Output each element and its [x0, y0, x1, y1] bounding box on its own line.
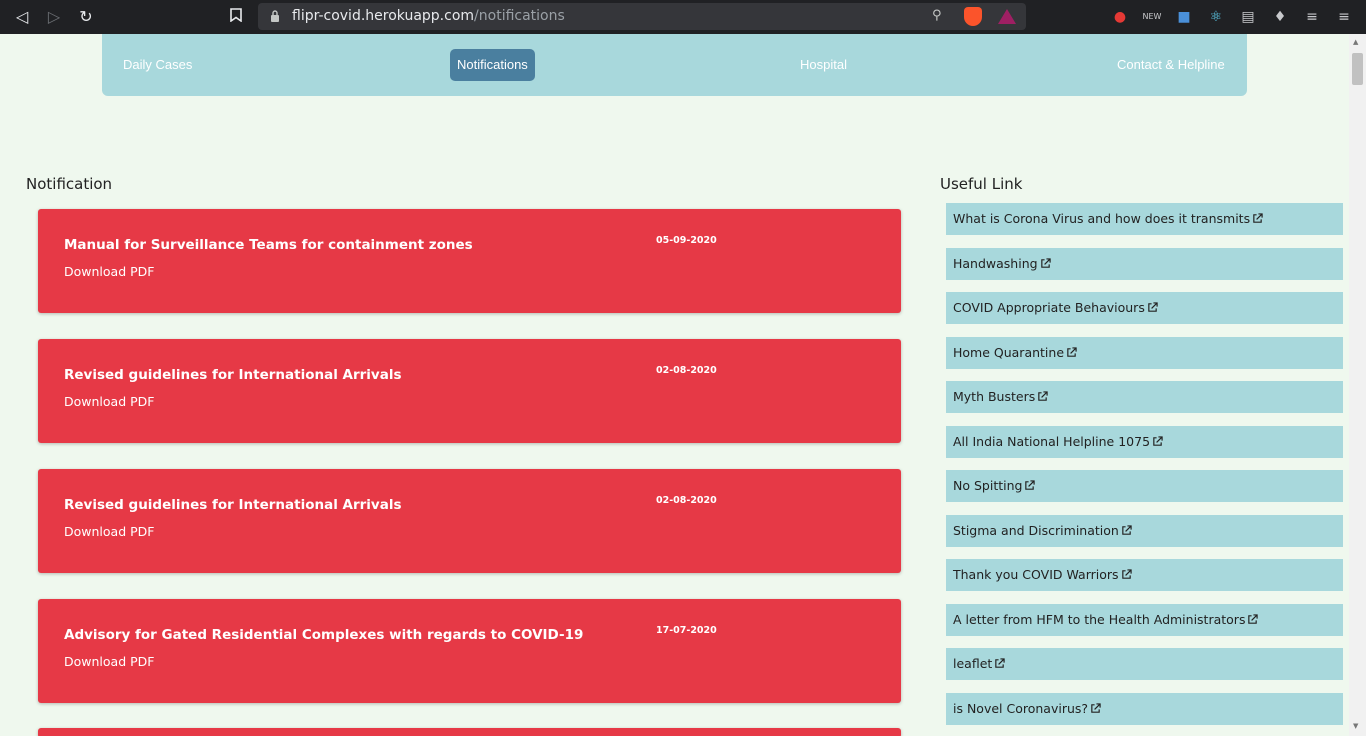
notification-title: Revised guidelines for International Arr…	[64, 497, 402, 513]
extension-chart-icon[interactable]: ▤	[1238, 7, 1258, 27]
extension-blue-icon[interactable]: ■	[1174, 7, 1194, 27]
brave-shield-icon[interactable]	[964, 7, 982, 26]
notification-title: Advisory for Gated Residential Complexes…	[64, 627, 584, 643]
useful-link-label: What is Corona Virus and how does it tra…	[953, 211, 1251, 226]
useful-link-label: A letter from HFM to the Health Administ…	[953, 611, 1246, 627]
useful-link-heading: Useful Link	[940, 175, 1023, 193]
useful-link-item[interactable]: Handwashing	[946, 247, 1343, 280]
page-scrollbar[interactable]: ▲ ▼	[1349, 34, 1366, 736]
external-link-icon	[1121, 569, 1132, 579]
external-link-icon	[1248, 613, 1259, 624]
external-link-icon	[1040, 257, 1051, 268]
useful-link-item[interactable]: All India National Helpline 1075	[946, 425, 1343, 458]
notification-card-partial	[38, 728, 901, 736]
back-icon[interactable]: ◁	[11, 6, 33, 28]
notification-card: Revised guidelines for International Arr…	[38, 469, 901, 573]
download-pdf-link[interactable]: Download PDF	[64, 394, 154, 409]
zoom-icon[interactable]: ⚲	[932, 8, 942, 23]
useful-link-label: Thank you COVID Warriors	[953, 567, 1119, 582]
scrollbar-thumb[interactable]	[1352, 53, 1363, 85]
nav-hospital[interactable]: Hospital	[793, 49, 854, 81]
notification-title: Revised guidelines for International Arr…	[64, 367, 402, 383]
notification-card: Manual for Surveillance Teams for contai…	[38, 209, 901, 313]
useful-link-item[interactable]: Thank you COVID Warriors	[946, 559, 1343, 591]
notification-date: 05-09-2020	[656, 235, 717, 246]
external-link-icon	[1067, 346, 1077, 357]
url-host: flipr-covid.herokuapp.com	[292, 8, 475, 24]
extension-red-icon[interactable]: ●	[1110, 7, 1130, 27]
notification-date: 02-08-2020	[656, 495, 717, 506]
useful-link-item[interactable]: COVID Appropriate Behaviours	[946, 292, 1343, 324]
useful-link-label: Stigma and Discrimination	[953, 522, 1119, 538]
useful-link-label: Handwashing	[953, 255, 1038, 271]
bookmark-icon[interactable]	[225, 6, 247, 28]
download-pdf-link[interactable]: Download PDF	[64, 524, 154, 539]
reload-icon[interactable]: ↻	[75, 6, 97, 28]
useful-link-label: No Spitting	[953, 478, 1023, 493]
url-text: flipr-covid.herokuapp.com/notifications	[292, 8, 565, 24]
forward-icon[interactable]: ▷	[43, 6, 65, 28]
external-link-icon	[1253, 213, 1263, 223]
external-link-icon	[995, 658, 1005, 668]
useful-link-item[interactable]: is Novel Coronavirus?	[946, 692, 1343, 725]
notification-title: Manual for Surveillance Teams for contai…	[64, 237, 473, 253]
useful-link-item[interactable]: No Spitting	[946, 470, 1343, 502]
react-devtools-icon[interactable]: ⚛	[1206, 7, 1226, 27]
useful-link-label: is Novel Coronavirus?	[953, 700, 1089, 716]
menu-icon[interactable]: ≡	[1334, 7, 1354, 27]
external-link-icon	[1148, 302, 1158, 312]
url-path: /notifications	[474, 8, 565, 24]
nav-contact-helpline[interactable]: Contact & Helpline	[1110, 49, 1232, 81]
notification-card: Revised guidelines for International Arr…	[38, 339, 901, 443]
notification-heading: Notification	[26, 175, 113, 193]
notification-card: Advisory for Gated Residential Complexes…	[38, 599, 901, 703]
useful-link-item[interactable]: Myth Busters	[946, 381, 1343, 413]
nav-notifications[interactable]: Notifications	[450, 49, 535, 81]
external-link-icon	[1038, 391, 1048, 401]
external-link-icon	[1025, 480, 1036, 490]
site-navbar: Daily Cases Notifications Hospital Conta…	[102, 34, 1247, 96]
brave-rewards-icon[interactable]	[998, 9, 1016, 24]
useful-link-label: All India National Helpline 1075	[953, 433, 1151, 449]
notification-date: 17-07-2020	[656, 625, 717, 636]
useful-link-item[interactable]: A letter from HFM to the Health Administ…	[946, 603, 1343, 636]
browser-toolbar: ◁ ▷ ↻ flipr-covid.herokuapp.com/notifica…	[0, 0, 1366, 34]
external-link-icon	[1122, 524, 1132, 535]
lock-icon	[271, 10, 279, 22]
external-link-icon	[1091, 702, 1101, 713]
useful-link-label: Home Quarantine	[953, 344, 1065, 360]
reading-list-icon[interactable]: ≡	[1302, 7, 1322, 27]
scroll-down-icon[interactable]: ▼	[1353, 722, 1358, 730]
notification-date: 02-08-2020	[656, 365, 717, 376]
scroll-up-icon[interactable]: ▲	[1353, 38, 1358, 46]
download-pdf-link[interactable]: Download PDF	[64, 264, 154, 279]
useful-link-label: leaflet	[953, 656, 993, 671]
useful-link-item[interactable]: Home Quarantine	[946, 336, 1343, 369]
download-pdf-link[interactable]: Download PDF	[64, 654, 154, 669]
address-bar[interactable]: flipr-covid.herokuapp.com/notifications …	[258, 3, 1026, 30]
extensions-puzzle-icon[interactable]: ♦	[1270, 7, 1290, 27]
extension-new-icon[interactable]: NEW	[1142, 7, 1162, 27]
useful-link-item[interactable]: What is Corona Virus and how does it tra…	[946, 203, 1343, 235]
useful-link-label: Myth Busters	[953, 389, 1036, 404]
useful-link-item[interactable]: leaflet	[946, 648, 1343, 680]
nav-daily-cases[interactable]: Daily Cases	[116, 49, 199, 81]
useful-link-item[interactable]: Stigma and Discrimination	[946, 514, 1343, 547]
useful-link-label: COVID Appropriate Behaviours	[953, 300, 1145, 315]
external-link-icon	[1153, 435, 1163, 446]
